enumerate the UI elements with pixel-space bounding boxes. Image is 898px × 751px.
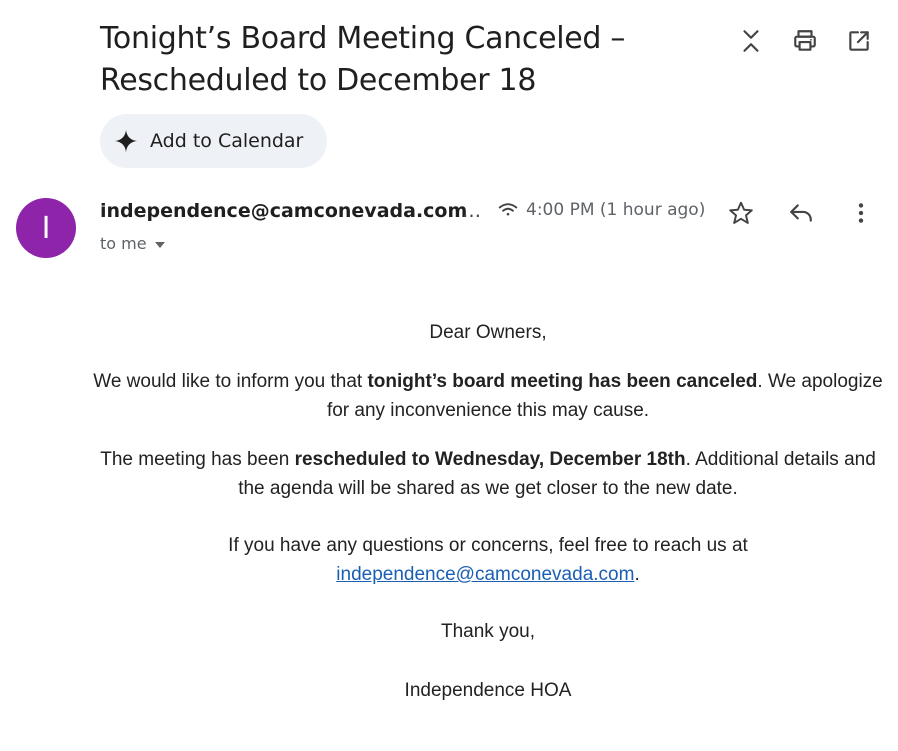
p1-text-bold: tonight’s board meeting has been cancele… [367,371,758,392]
sender-avatar[interactable]: I [16,198,76,258]
recipient-label: to me [100,234,147,253]
paragraph-cancellation: We would like to inform you that tonight… [88,367,888,425]
paragraph-contact: If you have any questions or concerns, f… [88,531,888,589]
add-to-calendar-label: Add to Calendar [150,130,304,152]
sparkle-icon [115,130,137,152]
greeting: Dear Owners, [429,322,547,343]
caret-down-icon [154,241,165,248]
more-vert-icon[interactable] [842,196,880,230]
p2-text-pre: The meeting has been [100,449,295,470]
p2-text-bold: rescheduled to Wednesday, December 18th [294,449,686,470]
sender-email[interactable]: independence@camconevada.com [100,200,467,222]
reply-icon[interactable] [782,196,820,230]
subject-line-1: Tonight’s Board Meeting Canceled – [100,21,626,56]
signal-icon [498,203,518,216]
time-text: 4:00 PM (1 hour ago) [526,200,706,220]
p1-text-pre: We would like to inform you that [93,371,368,392]
email-body: Dear Owners, We would like to inform you… [88,318,888,705]
open-in-new-icon[interactable] [842,24,876,58]
print-icon[interactable] [788,24,822,58]
subject-line-2: Rescheduled to December 18 [100,63,537,98]
paragraph-reschedule: The meeting has been rescheduled to Wedn… [88,445,888,503]
p3-text-pre: If you have any questions or concerns, f… [228,535,748,556]
thanks-line: Thank you, [441,621,535,642]
star-icon[interactable] [722,196,760,230]
contact-email-link[interactable]: independence@camconevada.com [336,564,634,585]
message-time: 4:00 PM (1 hour ago) [498,200,705,220]
top-actions [734,24,876,58]
sender-ellipsis: … [462,200,481,222]
collapse-icon[interactable] [734,24,768,58]
signature: Independence HOA [404,680,572,701]
email-subject: Tonight’s Board Meeting Canceled – Resch… [100,18,700,102]
p3-text-post: . [634,564,640,585]
message-actions [722,196,880,230]
add-to-calendar-button[interactable]: Add to Calendar [100,114,328,168]
recipient-details-toggle[interactable]: to me [100,234,165,253]
avatar-letter: I [41,210,51,246]
